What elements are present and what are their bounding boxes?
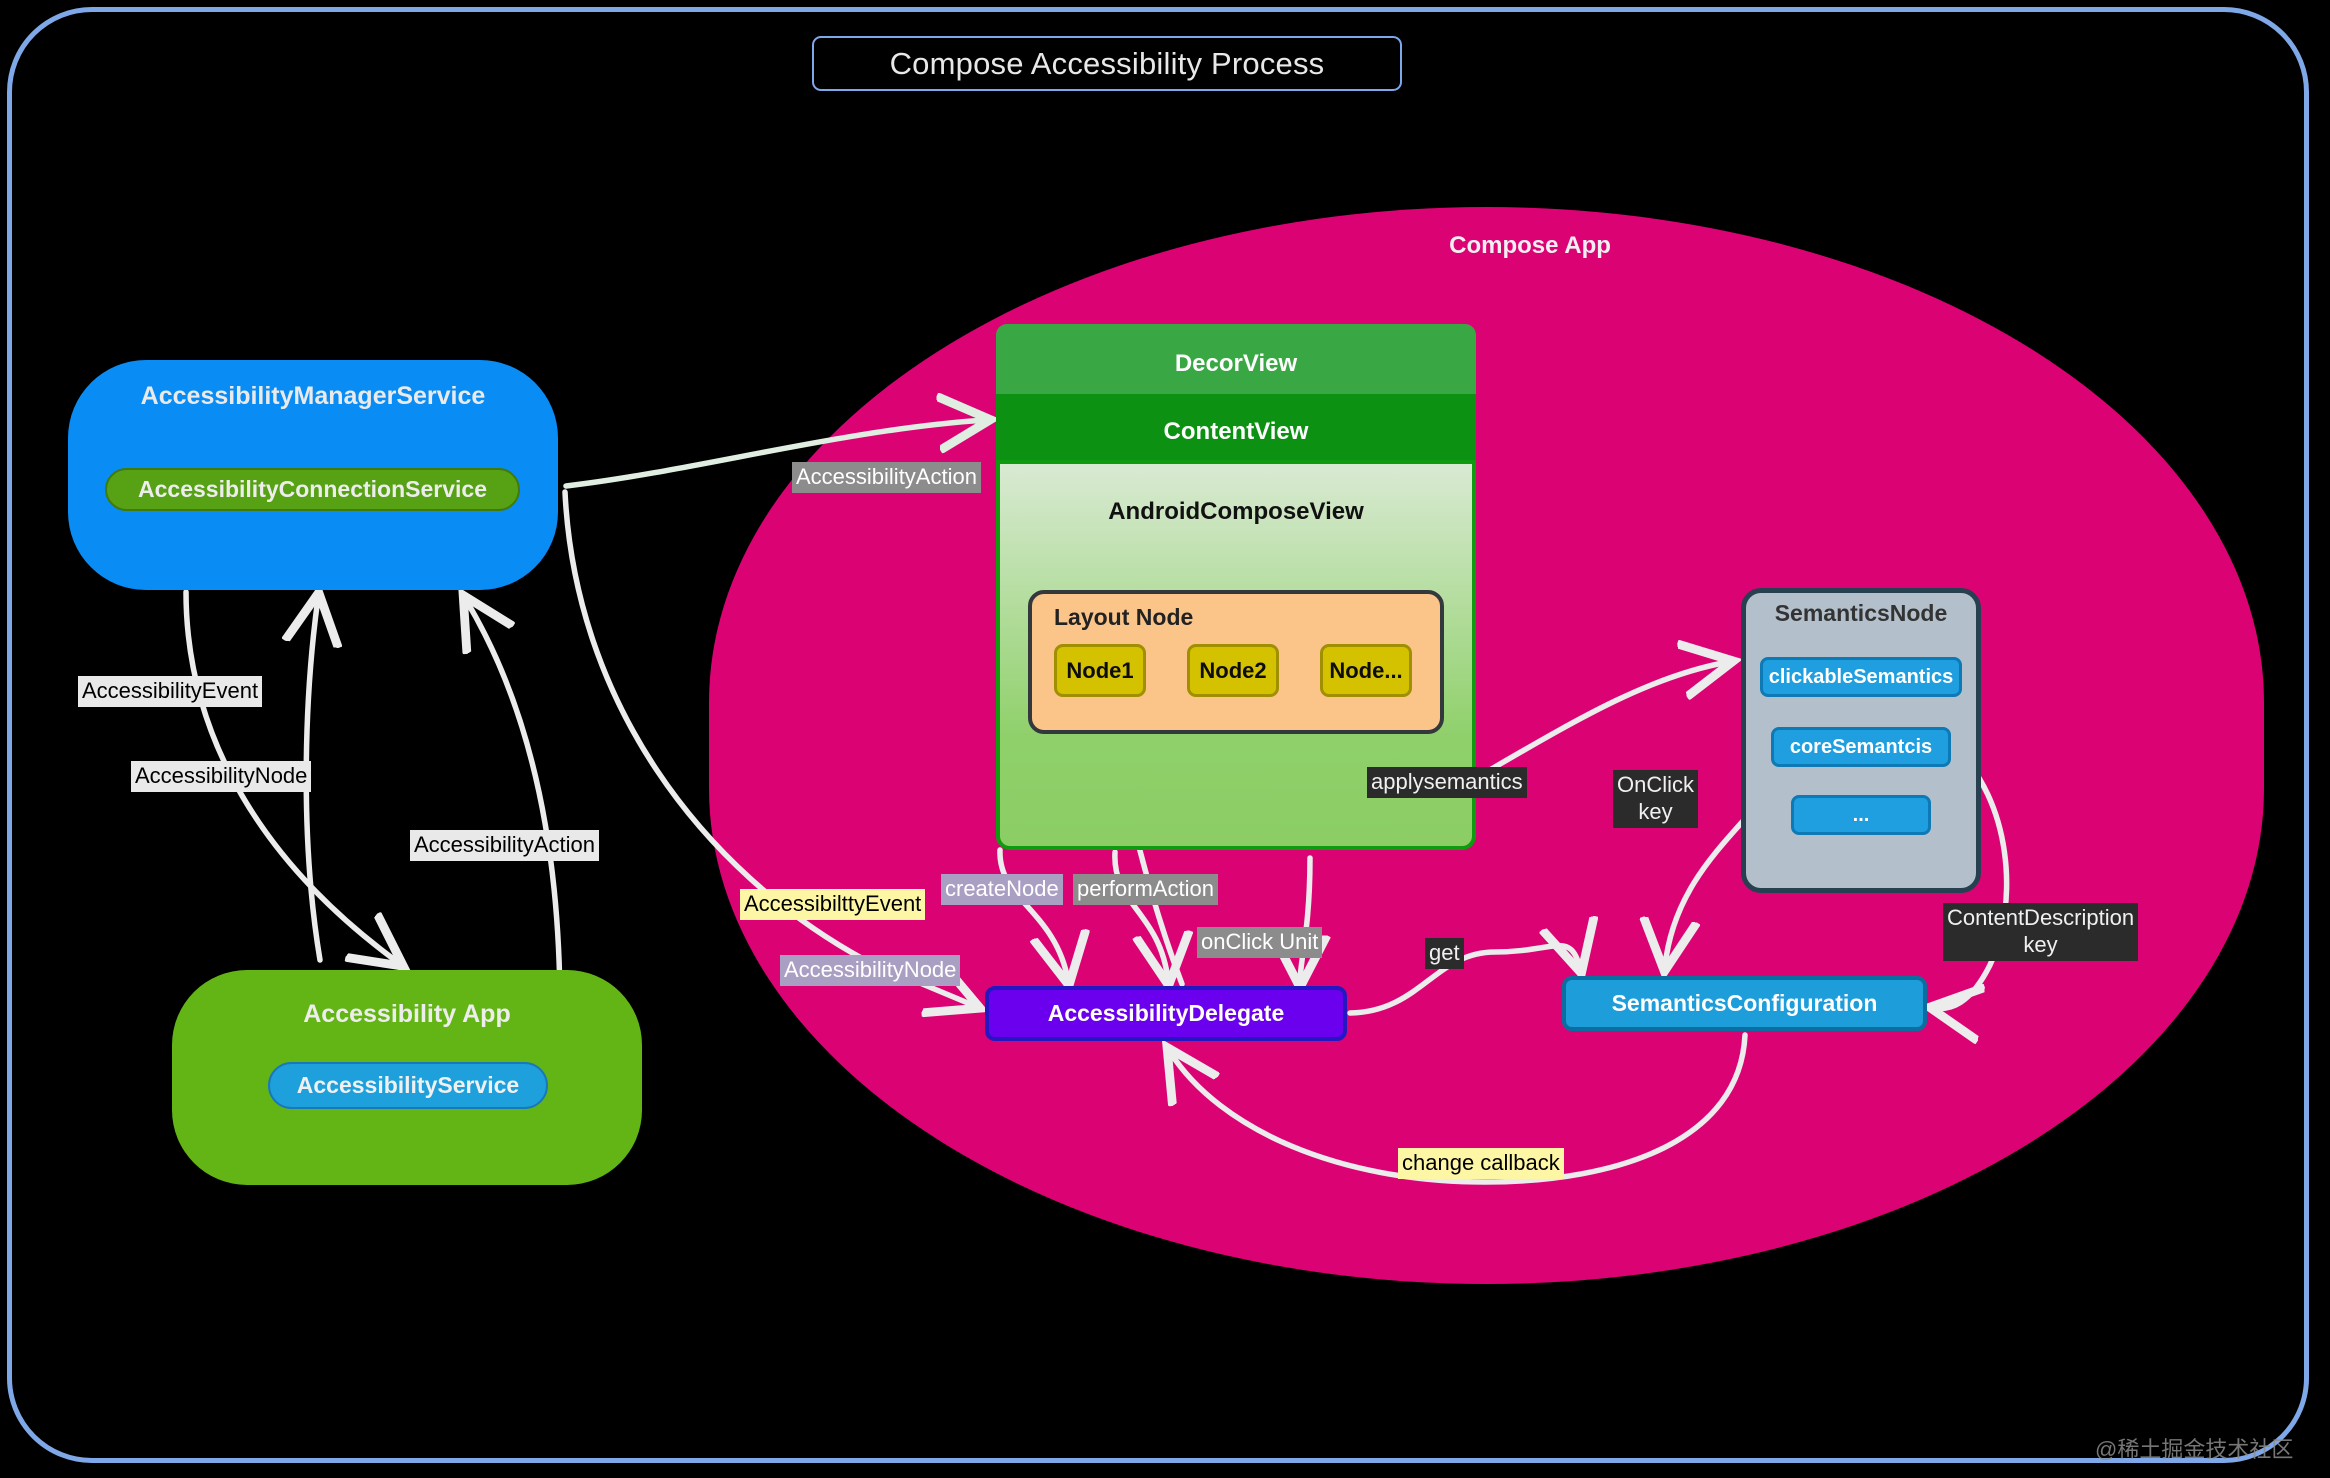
accessibility-connection-service[interactable]: AccessibilityConnectionService bbox=[105, 468, 520, 511]
watermark: @稀土掘金技术社区 bbox=[2095, 1437, 2294, 1462]
accessibility-service[interactable]: AccessibilityService bbox=[268, 1062, 548, 1109]
edge-label-accessibility-event: AccessibilityEvent bbox=[78, 676, 263, 707]
semantics-node-item-1-label: clickableSemantics bbox=[1768, 665, 1954, 688]
semantics-node-item-clickable-semantics[interactable]: clickableSemantics bbox=[1760, 657, 1962, 697]
semantics-node-item-more[interactable]: ... bbox=[1791, 795, 1931, 835]
compose-app-region bbox=[709, 207, 2264, 1284]
edge-label-get: get bbox=[1425, 938, 1464, 969]
layout-node-item-1[interactable]: Node1 bbox=[1054, 644, 1146, 697]
diagram-canvas: Compose Accessibility Process Compose Ap… bbox=[0, 0, 2330, 1478]
edge-label-apply-semantics: applysemantics bbox=[1367, 767, 1527, 798]
edge-label-create-node: createNode bbox=[941, 874, 1063, 905]
layout-node-item-1-label: Node1 bbox=[1066, 657, 1134, 683]
accessibility-connection-service-label: AccessibilityConnectionService bbox=[138, 476, 487, 502]
layout-node-label: Layout Node bbox=[1054, 604, 1194, 630]
edge-label-accessibility-action-left: AccessibilityAction bbox=[410, 830, 599, 861]
diagram-title-box: Compose Accessibility Process bbox=[812, 36, 1402, 91]
edge-label-on-click-unit: onClick Unit bbox=[1197, 927, 1323, 958]
accessibility-manager-service-title: AccessibilityManagerService bbox=[140, 382, 486, 410]
accessibility-app-title: Accessibility App bbox=[303, 1000, 511, 1028]
semantics-node-item-core-semantics[interactable]: coreSemantcis bbox=[1771, 727, 1951, 767]
edge-label-change-callback: change callback bbox=[1398, 1148, 1564, 1179]
accessibility-delegate[interactable]: AccessibilityDelegate bbox=[985, 986, 1347, 1041]
semantics-node-item-3-label: ... bbox=[1852, 803, 1870, 826]
compose-app-label: Compose App bbox=[1449, 232, 1611, 259]
page-title: Compose Accessibility Process bbox=[889, 45, 1325, 81]
edge-label-accessibility-event-inner: AccessibilttyEvent bbox=[740, 889, 926, 920]
edge-label-accessibility-node-inner: AccessibilityNode bbox=[780, 955, 961, 986]
semantics-configuration-label: SemanticsConfiguration bbox=[1611, 990, 1878, 1016]
layout-node-item-3-label: Node... bbox=[1329, 657, 1403, 683]
edge-label-perform-action: performAction bbox=[1073, 874, 1218, 905]
edge-label-on-click-key: OnClick key bbox=[1613, 770, 1699, 828]
layout-node-item-3[interactable]: Node... bbox=[1320, 644, 1412, 697]
semantics-node-item-2-label: coreSemantcis bbox=[1789, 735, 1933, 758]
decor-view-label: DecorView bbox=[1174, 350, 1298, 377]
edge-label-content-description-key: ContentDescription key bbox=[1943, 903, 2139, 961]
semantics-configuration[interactable]: SemanticsConfiguration bbox=[1562, 976, 1927, 1031]
accessibility-service-label: AccessibilityService bbox=[296, 1072, 520, 1098]
android-compose-view-label: AndroidComposeView bbox=[1108, 498, 1364, 525]
content-view-label: ContentView bbox=[1163, 418, 1309, 445]
semantics-node-title: SemanticsNode bbox=[1774, 600, 1948, 626]
layout-node-item-2-label: Node2 bbox=[1199, 657, 1267, 683]
layout-node-item-2[interactable]: Node2 bbox=[1187, 644, 1279, 697]
accessibility-delegate-label: AccessibilityDelegate bbox=[1047, 1000, 1285, 1026]
edge-label-accessibility-node: AccessibilityNode bbox=[131, 761, 312, 792]
edge-label-accessibility-action-compose: AccessibilityAction bbox=[792, 462, 981, 493]
